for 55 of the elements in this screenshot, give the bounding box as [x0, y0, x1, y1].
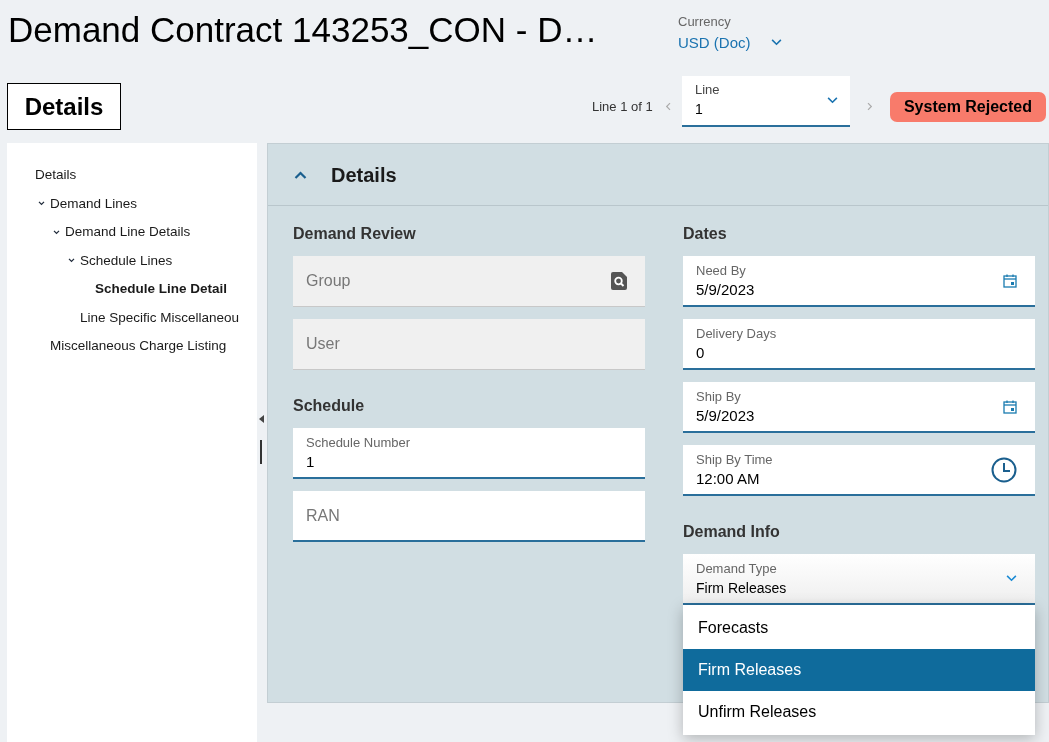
tree-item[interactable]: Line Specific Miscellaneou — [80, 307, 240, 328]
input-field[interactable]: Ship By Time 12:00 AM — [683, 445, 1035, 496]
field-value: 5/9/2023 — [696, 279, 756, 300]
tree-item[interactable]: Miscellaneous Charge Listing — [50, 336, 227, 357]
dropdown-option[interactable]: Firm Releases — [683, 649, 1035, 691]
field-placeholder: RAN — [306, 505, 341, 526]
section-title: Demand Review — [293, 224, 417, 244]
details-button[interactable]: Details — [7, 83, 121, 130]
field-value: Firm Releases — [696, 578, 788, 598]
dropdown-option[interactable]: Unfirm Releases — [683, 691, 1035, 733]
section-title: Demand Info — [683, 522, 781, 542]
field-value: 1 — [694, 100, 704, 120]
field-value: 0 — [696, 342, 706, 363]
field-label: Ship By Time — [696, 450, 774, 469]
field-value: 12:00 AM — [696, 468, 761, 489]
tree-item[interactable]: Demand Lines — [50, 193, 138, 214]
page-title: Demand Contract 143253_CON - D… — [8, 9, 599, 51]
field-label: Demand Type — [696, 559, 778, 578]
field-label: Ship By — [696, 387, 742, 406]
resize-handle[interactable] — [260, 440, 262, 464]
tree-item[interactable]: Schedule Line Detail — [95, 279, 228, 300]
field-label: Delivery Days — [696, 324, 778, 343]
tree-item[interactable]: Schedule Lines — [80, 250, 173, 271]
calendar-icon[interactable] — [1003, 399, 1017, 414]
chevron-down-icon — [826, 96, 838, 104]
tree-item[interactable]: Demand Line Details — [65, 222, 191, 243]
field-value: 1 — [306, 451, 316, 472]
chevron-up-icon[interactable] — [294, 170, 307, 179]
field-placeholder: User — [306, 334, 341, 354]
dropdown-option[interactable]: Forecasts — [683, 607, 1035, 649]
chevron-down-icon — [1006, 575, 1017, 582]
line-dropdown[interactable]: Line 1 — [681, 75, 850, 127]
field-value: 5/9/2023 — [696, 405, 756, 426]
input-field[interactable]: Delivery Days 0 — [683, 319, 1035, 370]
field-label: Schedule Number — [306, 433, 412, 452]
field-label: Line — [694, 80, 721, 99]
field-placeholder: Group — [306, 271, 352, 291]
input-field[interactable]: RAN — [293, 491, 645, 542]
input-field[interactable]: Need By 5/9/2023 — [683, 256, 1035, 307]
currency-dropdown[interactable]: USD (Doc) — [678, 31, 782, 54]
calendar-icon[interactable] — [1003, 273, 1017, 288]
line-count: Line 1 of 1 — [591, 98, 654, 116]
section-title: Schedule — [293, 396, 366, 416]
tree-item[interactable]: Details — [35, 165, 77, 186]
chevron-down-icon — [770, 39, 782, 47]
collapse-arrow-icon[interactable] — [259, 415, 264, 423]
input-field[interactable]: Ship By 5/9/2023 — [683, 382, 1035, 433]
dropdown-field[interactable]: Demand Type Firm Releases — [683, 554, 1035, 605]
section-title: Dates — [683, 224, 728, 244]
clock-icon[interactable] — [991, 456, 1017, 483]
panel-title: Details — [331, 162, 397, 188]
field-label: Need By — [696, 261, 747, 280]
status-badge: System Rejected — [889, 91, 1046, 122]
currency-label: Currency — [678, 13, 732, 31]
input-field[interactable]: Schedule Number 1 — [293, 428, 645, 479]
